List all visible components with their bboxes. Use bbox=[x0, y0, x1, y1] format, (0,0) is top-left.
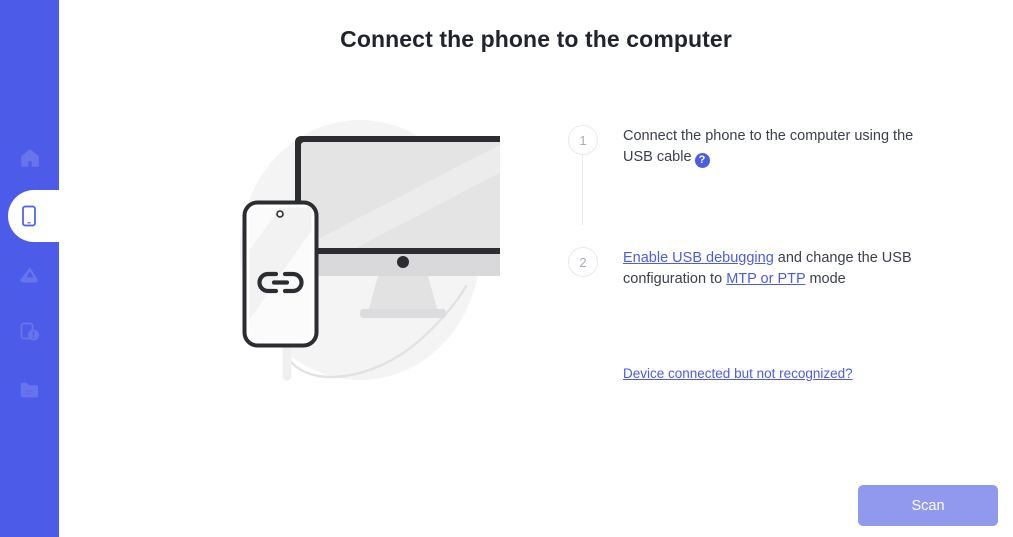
enable-usb-debugging-link[interactable]: Enable USB debugging bbox=[623, 250, 774, 266]
step-1-instruction: Connect the phone to the computer using … bbox=[623, 128, 914, 165]
folder-icon bbox=[18, 378, 42, 402]
cloud-backup-icon bbox=[18, 262, 42, 286]
step-2-number: 2 bbox=[568, 247, 598, 277]
connection-steps: 1 Connect the phone to the computer usin… bbox=[568, 125, 988, 299]
step-2-text: Enable USB debugging and change the USB … bbox=[623, 247, 933, 290]
step-2-text-after: mode bbox=[805, 271, 846, 287]
step-1: 1 Connect the phone to the computer usin… bbox=[568, 125, 988, 225]
step-2: 2 Enable USB debugging and change the US… bbox=[568, 247, 988, 299]
sidebar-item-repair[interactable] bbox=[0, 303, 59, 361]
home-icon bbox=[18, 146, 42, 170]
sidebar-nav-list bbox=[0, 129, 59, 419]
sidebar bbox=[0, 0, 59, 537]
scan-button[interactable]: Scan bbox=[858, 485, 998, 526]
device-not-recognized-link[interactable]: Device connected but not recognized? bbox=[623, 366, 853, 381]
mtp-or-ptp-link[interactable]: MTP or PTP bbox=[726, 271, 805, 287]
phone-connected-to-computer-illustration bbox=[170, 90, 500, 400]
app-window: Connect the phone to the computer 1 Conn… bbox=[0, 0, 1013, 537]
page-title: Connect the phone to the computer bbox=[340, 26, 732, 52]
device-repair-icon bbox=[18, 320, 42, 344]
step-1-text: Connect the phone to the computer using … bbox=[623, 125, 923, 168]
help-icon[interactable]: ? bbox=[694, 153, 710, 168]
sidebar-item-files[interactable] bbox=[0, 361, 59, 419]
main-content: Connect the phone to the computer 1 Conn… bbox=[59, 0, 1013, 537]
pill-notch-top bbox=[45, 176, 59, 190]
phone-icon bbox=[18, 204, 42, 228]
step-1-number: 1 bbox=[568, 125, 598, 155]
sidebar-item-phone[interactable] bbox=[0, 176, 59, 256]
step-connector bbox=[582, 155, 583, 225]
